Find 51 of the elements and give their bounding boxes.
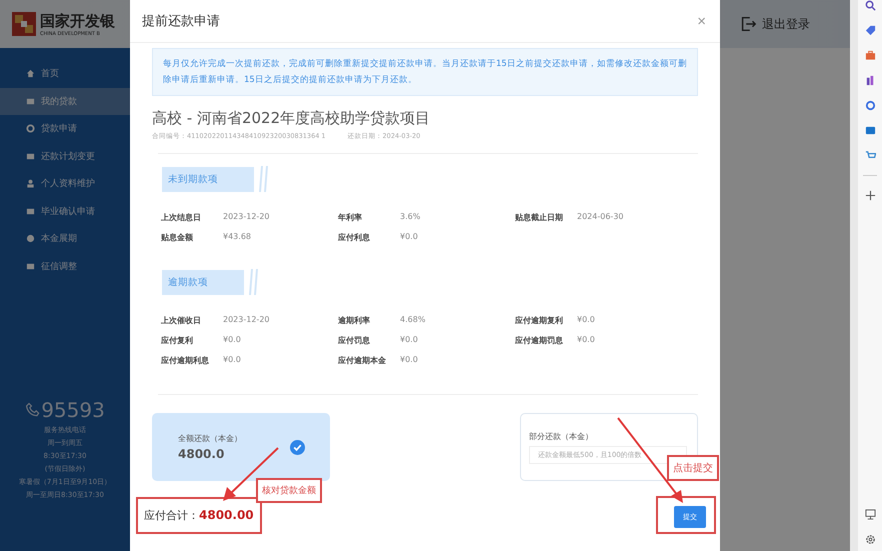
bank-name: 国家开发银 — [40, 12, 115, 30]
field-value: ¥0.0 — [577, 335, 595, 346]
field-label: 应付复利 — [161, 335, 194, 346]
option-label: 部分还款（本金） — [529, 430, 594, 442]
field-label: 上次结息日 — [161, 212, 202, 223]
field-value: 2024-06-30 — [577, 212, 624, 223]
field-value: ¥0.0 — [577, 315, 595, 326]
sidebar-item[interactable]: 首页 — [0, 60, 130, 88]
logout-link[interactable]: 退出登录 — [739, 15, 810, 33]
field-value: 2023-12-20 — [223, 212, 270, 223]
sidebar-item[interactable]: 我的贷款 — [0, 88, 130, 115]
annotation-label: 点击提交 — [667, 455, 719, 481]
field-label: 应付逾期罚息 — [515, 335, 564, 346]
hotline-number: 95593 — [41, 398, 105, 422]
field-label: 上次催收日 — [161, 315, 202, 326]
dialog-title: 提前还款申请 — [142, 13, 220, 30]
sidebar-item[interactable]: 贷款申请 — [0, 115, 130, 142]
field-label: 应付逾期利息 — [161, 355, 210, 366]
field-value: 3.6% — [400, 212, 420, 223]
field-label: 贴息金额 — [161, 232, 194, 243]
field-label: 应付利息 — [338, 232, 371, 243]
sidebar-item[interactable]: 个人资料维护 — [0, 170, 130, 198]
loan-title: 高校 - 河南省2022年度高校助学贷款项目 — [152, 109, 432, 128]
field-label: 逾期利率 — [338, 315, 371, 326]
sidebar-item[interactable]: 本金展期 — [0, 225, 130, 252]
option-amount: 4800.0 — [178, 447, 226, 461]
field-value: ¥0.0 — [223, 355, 241, 366]
field-value: ¥0.0 — [400, 335, 418, 346]
field-value: ¥0.0 — [400, 355, 418, 366]
field-label: 应付逾期复利 — [515, 315, 564, 326]
option-label: 全额还款（本金） — [178, 433, 242, 444]
section-heading: 逾期款项 — [162, 270, 244, 294]
total-amount: 4800.00 — [199, 508, 254, 522]
field-label: 年利率 — [338, 212, 363, 223]
notice-banner: 每月仅允许完成一次提前还款，完成前可删除重新提交提前还款申请。当月还款请于15日之前提交还款申请，如需修改还款金额可删除申请后重新申请。15日之后提交的提前还款申请为下月还款。 — [152, 48, 698, 96]
field-value: ¥0.0 — [400, 232, 418, 243]
field-value: 4.68% — [400, 315, 426, 326]
field-label: 应付罚息 — [338, 335, 371, 346]
field-value: ¥43.68 — [223, 232, 251, 243]
close-button[interactable]: × — [695, 12, 708, 30]
field-value: 2023-12-20 — [223, 315, 270, 326]
full-repayment-option[interactable]: 全额还款（本金） 4800.0 — [152, 413, 330, 481]
total-label: 应付合计： — [144, 508, 199, 523]
field-value: ¥0.0 — [223, 335, 241, 346]
field-label: 应付逾期本金 — [338, 355, 387, 366]
sidebar-item[interactable]: 征信调整 — [0, 252, 130, 280]
sidebar-item[interactable]: 还款计划变更 — [0, 142, 130, 170]
section-heading: 未到期款项 — [162, 166, 254, 192]
field-label: 贴息截止日期 — [515, 212, 564, 223]
sidebar-item[interactable]: 毕业确认申请 — [0, 198, 130, 225]
annotation-label: 核对贷款金额 — [256, 478, 322, 503]
